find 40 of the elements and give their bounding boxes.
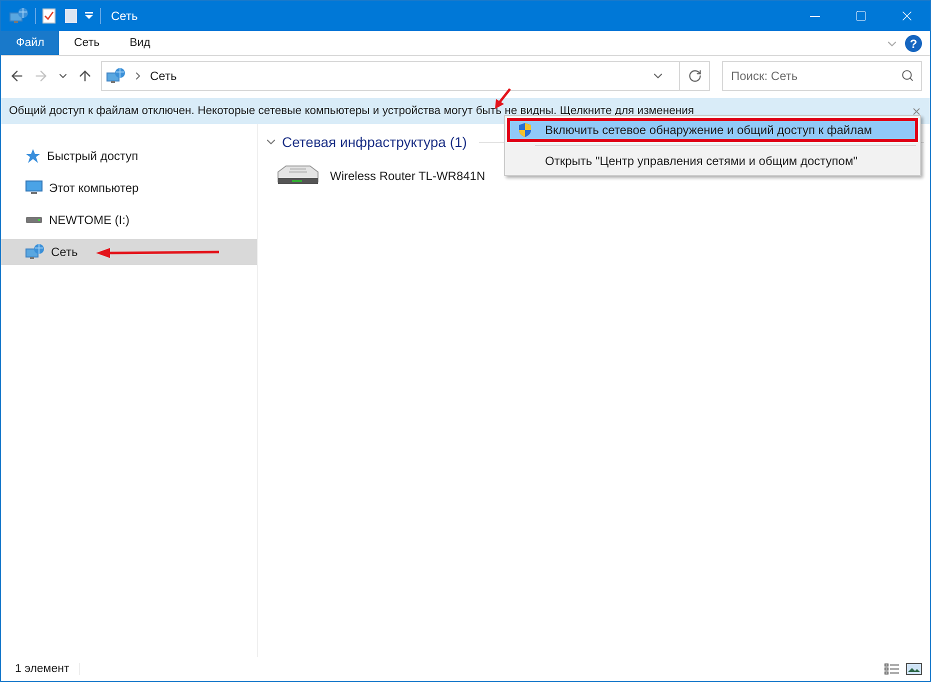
sidebar-item[interactable]: NEWTOME (I:)	[1, 207, 257, 233]
properties-icon[interactable]	[42, 8, 56, 24]
address-path: Сеть	[150, 69, 178, 83]
computer-icon	[25, 180, 43, 196]
back-button[interactable]	[9, 68, 25, 84]
shield-icon	[518, 122, 532, 138]
sidebar-item[interactable]: Этот компьютер	[1, 175, 257, 201]
close-icon[interactable]	[911, 106, 922, 116]
group-title: Сетевая инфраструктура (1)	[282, 134, 467, 150]
sidebar-item[interactable]: Быстрый доступ	[1, 143, 257, 169]
sidebar-label: Быстрый доступ	[47, 149, 138, 163]
sidebar-label: Этот компьютер	[49, 181, 139, 195]
network-icon	[25, 243, 45, 261]
menu-item[interactable]: Включить сетевое обнаружение и общий доступ к файлам	[507, 118, 918, 142]
large-icons-view-icon[interactable]	[906, 663, 922, 675]
sidebar-label: NEWTOME (I:)	[49, 213, 130, 227]
menu-item[interactable]: Открыть "Центр управления сетями и общим доступом"	[507, 149, 918, 173]
address-bar[interactable]: Сеть	[101, 61, 710, 91]
ribbon-tab[interactable]: Вид	[114, 31, 166, 55]
device-label[interactable]: Wireless Router TL-WR841N	[330, 169, 486, 183]
sidebar-label: Сеть	[51, 245, 78, 259]
help-button[interactable]: ?	[905, 35, 922, 52]
window-title: Сеть	[111, 9, 139, 23]
drive-icon	[25, 215, 43, 225]
search-icon	[901, 69, 914, 82]
refresh-icon	[688, 69, 702, 83]
info-bar-text: Общий доступ к файлам отключен. Некоторые сетевые компьютеры и устройства могут быть не видны. Щелкните для изменения	[9, 105, 696, 117]
ribbon-tab[interactable]: Сеть	[59, 31, 115, 55]
dropdown-icon[interactable]	[84, 12, 94, 20]
maximize-icon	[855, 10, 867, 22]
status-text: 1 элемент	[15, 663, 80, 675]
sidebar-item[interactable]: Сеть	[1, 239, 257, 265]
star-icon	[25, 148, 41, 164]
ribbon-tab[interactable]: Файл	[1, 31, 59, 55]
details-view-icon[interactable]	[884, 663, 900, 675]
up-button[interactable]	[77, 68, 93, 84]
network-icon	[106, 67, 126, 85]
network-icon	[9, 7, 29, 25]
search-field[interactable]: Поиск: Сеть	[722, 61, 922, 91]
new-folder-icon[interactable]	[64, 8, 78, 24]
